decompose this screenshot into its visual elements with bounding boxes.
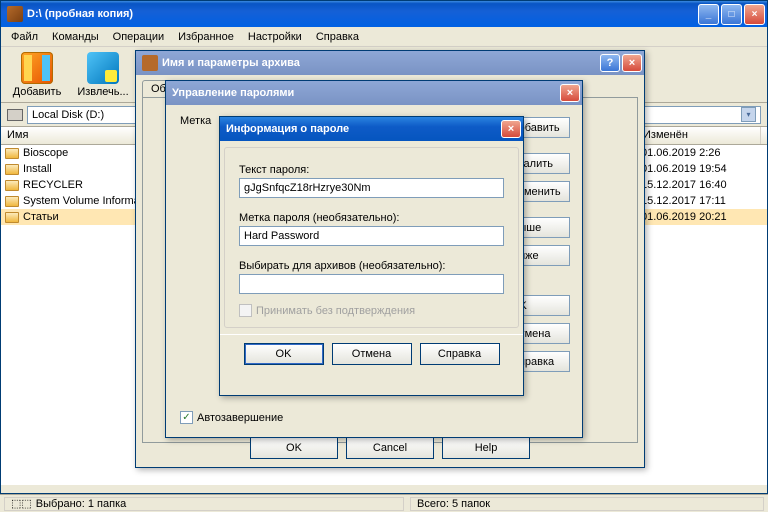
autocomplete-label: Автозавершение [197, 412, 283, 424]
dialog-close-button[interactable]: × [622, 54, 642, 72]
maximize-button[interactable]: □ [721, 4, 742, 25]
ok-button[interactable]: OK [244, 343, 324, 365]
close-button[interactable]: × [744, 4, 765, 25]
no-confirm-checkbox [239, 304, 252, 317]
minimize-button[interactable]: _ [698, 4, 719, 25]
main-title: D:\ (пробная копия) [27, 8, 698, 20]
autocomplete-checkbox[interactable]: ✓ [180, 411, 193, 424]
app-icon [7, 6, 23, 22]
password-info-buttons: OK Отмена Справка [220, 334, 523, 373]
folder-icon [5, 148, 19, 159]
folder-icon [5, 180, 19, 191]
toolbar-extract-button[interactable]: Извлечь... [73, 52, 133, 98]
menu-operations[interactable]: Операции [107, 29, 170, 45]
password-text-input[interactable] [239, 178, 504, 198]
winrar-icon [142, 55, 158, 71]
folder-icon [5, 164, 19, 175]
no-confirm-label: Принимать без подтверждения [256, 305, 415, 317]
password-label-input[interactable] [239, 226, 504, 246]
toolbar-add-button[interactable]: Добавить [7, 52, 67, 98]
menu-settings[interactable]: Настройки [242, 29, 308, 45]
menu-commands[interactable]: Команды [46, 29, 105, 45]
main-titlebar[interactable]: D:\ (пробная копия) _ □ × [1, 1, 767, 27]
help-button[interactable]: Help [442, 437, 530, 459]
password-info-dialog: Информация о пароле × Текст пароля: Метк… [219, 116, 524, 396]
status-right: Всего: 5 папок [410, 497, 764, 511]
address-dropdown-icon[interactable]: ▾ [741, 107, 756, 122]
col-modified[interactable]: Изменён [637, 127, 761, 144]
help-button[interactable]: Справка [420, 343, 500, 365]
label-mark: Метка [180, 115, 211, 127]
no-confirm-row: Принимать без подтверждения [239, 304, 504, 317]
dialog-help-button[interactable]: ? [600, 54, 620, 72]
password-info-group: Текст пароля: Метка пароля (необязательн… [224, 147, 519, 328]
folder-icon [5, 212, 19, 223]
password-info-titlebar[interactable]: Информация о пароле × [220, 117, 523, 141]
password-text-label: Текст пароля: [239, 164, 504, 176]
autocomplete-row: ✓ Автозавершение [166, 411, 582, 432]
menu-favorites[interactable]: Избранное [172, 29, 240, 45]
extract-icon [87, 52, 119, 84]
select-for-archives-input[interactable] [239, 274, 504, 294]
dialog-close-button[interactable]: × [560, 84, 580, 102]
menu-help[interactable]: Справка [310, 29, 365, 45]
select-for-archives-label: Выбирать для архивов (необязательно): [239, 260, 504, 272]
dialog-close-button[interactable]: × [501, 120, 521, 138]
menu-file[interactable]: Файл [5, 29, 44, 45]
archive-dialog-titlebar[interactable]: Имя и параметры архива ? × [136, 51, 644, 75]
status-bar: ⬚⬚Выбрано: 1 папка Всего: 5 папок [0, 494, 768, 512]
folder-icon [5, 196, 19, 207]
passwords-dialog-titlebar[interactable]: Управление паролями × [166, 81, 582, 105]
add-icon [21, 52, 53, 84]
cancel-button[interactable]: Cancel [346, 437, 434, 459]
ok-button[interactable]: OK [250, 437, 338, 459]
status-left: ⬚⬚Выбрано: 1 папка [4, 497, 404, 511]
password-label-label: Метка пароля (необязательно): [239, 212, 504, 224]
disk-icon [7, 109, 23, 121]
dialog-button-row: OK Cancel Help [136, 437, 644, 459]
cancel-button[interactable]: Отмена [332, 343, 412, 365]
menu-bar: Файл Команды Операции Избранное Настройк… [1, 27, 767, 47]
